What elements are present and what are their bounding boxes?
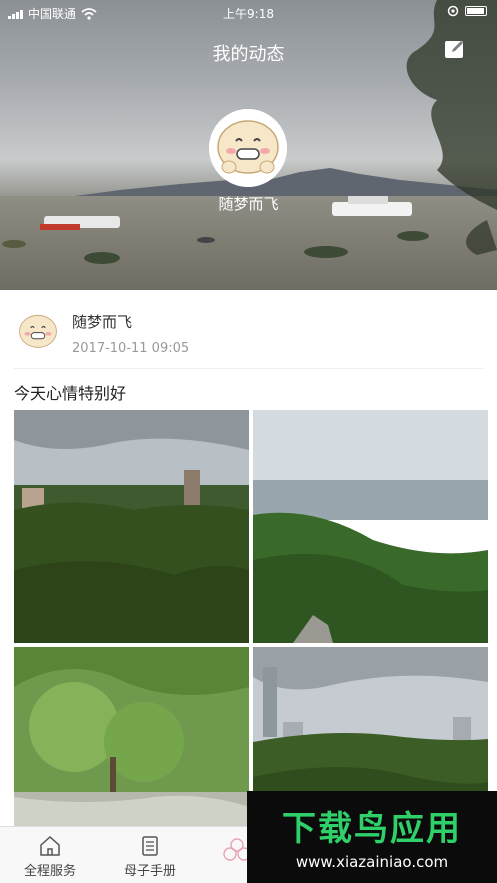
profile-name: 随梦而飞	[218, 195, 279, 213]
photo-city-valley[interactable]	[253, 410, 488, 643]
handbook-icon	[142, 836, 158, 856]
tab-full-service[interactable]: 全程服务	[0, 827, 100, 883]
battery-icon	[465, 6, 487, 16]
home-icon	[40, 835, 60, 856]
watermark-logo: 下载鸟应用 www.xiazainiao.com	[247, 791, 497, 883]
post-card: 随梦而飞 2017-10-11 09:05 今天心情特别好	[0, 298, 497, 828]
edit-icon[interactable]	[443, 38, 467, 60]
tree-background	[406, 0, 497, 255]
watermark-title: 下载鸟应用	[282, 809, 462, 849]
page-title: 我的动态	[212, 44, 285, 65]
tab-label: 母子手册	[123, 864, 176, 879]
post-author-avatar[interactable]	[14, 308, 62, 356]
cartoon-face-icon	[14, 308, 62, 356]
header-banner: 中国联通 上午9:18 我的动态 随梦而飞	[0, 0, 497, 290]
tab-mother-child-handbook[interactable]: 母子手册	[100, 827, 200, 883]
watermark-url: www.xiazainiao.com	[295, 853, 449, 871]
tab-label: 全程服务	[23, 864, 76, 879]
post-text: 今天心情特别好	[14, 384, 127, 403]
rotation-lock-icon	[447, 5, 459, 17]
divider	[14, 368, 483, 369]
cartoon-face-icon	[209, 109, 287, 187]
post-timestamp: 2017-10-11 09:05	[72, 341, 190, 356]
profile-avatar[interactable]	[209, 109, 287, 187]
photo-garden-tree[interactable]	[14, 647, 249, 828]
status-bar: 中国联通 上午9:18	[0, 0, 497, 26]
photo-hill-forest[interactable]	[14, 410, 249, 643]
post-author-name[interactable]: 随梦而飞	[72, 311, 132, 332]
status-time: 上午9:18	[223, 7, 274, 21]
